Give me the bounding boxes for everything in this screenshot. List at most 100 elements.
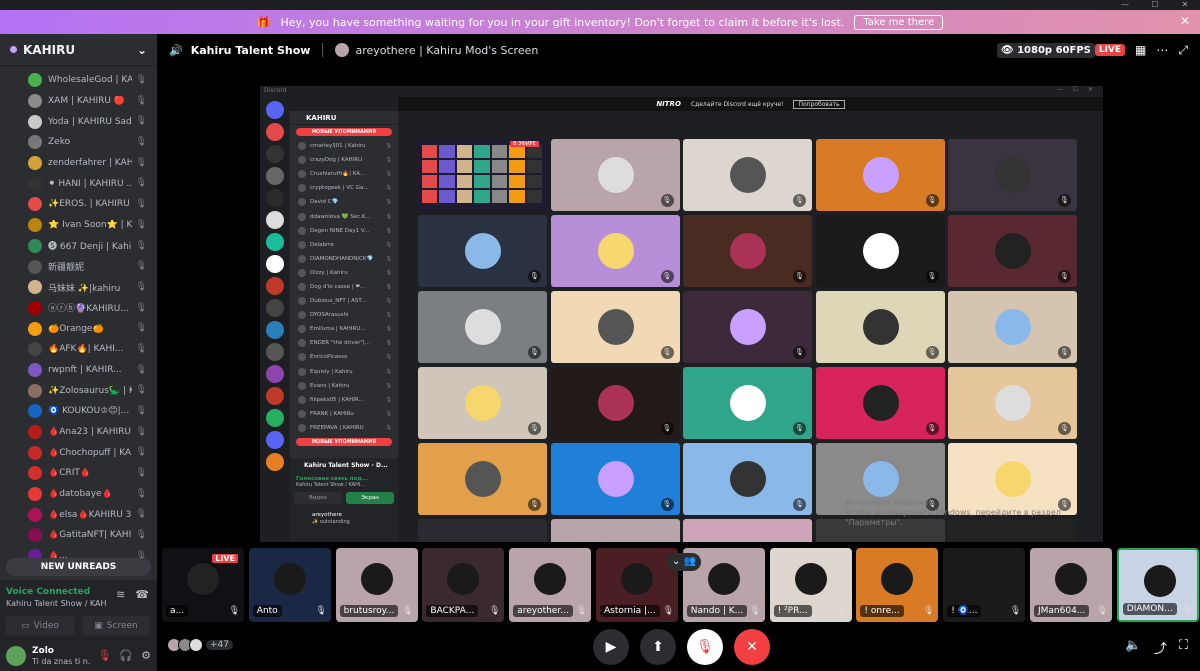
stream-stage[interactable]: Discord — ☐ ✕ NITRO Сделайте Discord ещё… bbox=[157, 66, 1200, 544]
avatar bbox=[298, 409, 306, 418]
member-item[interactable]: 🩸elsa🩸KAHIRU 3 ...🎙 bbox=[0, 504, 157, 525]
take-me-there-button[interactable]: Take me there bbox=[854, 14, 944, 30]
member-item[interactable]: ⚫ HANI | KAHIRU ... 🎙 bbox=[0, 173, 157, 194]
volume-icon[interactable]: 🔈 bbox=[1125, 638, 1141, 653]
preview-cell bbox=[439, 160, 455, 173]
screen-button[interactable]: ▣ Screen bbox=[82, 616, 150, 636]
more-options-icon[interactable]: ⋯ bbox=[1156, 43, 1168, 57]
muted-mic-icon: 🎙 bbox=[660, 194, 674, 207]
mic-icon: 🎙 bbox=[385, 326, 392, 333]
participant-tile[interactable]: ! ²PR... 🎙 bbox=[769, 548, 852, 622]
participant-tile[interactable]: brutusroy... 🎙 bbox=[335, 548, 418, 622]
muted-mic-icon: 🎙 bbox=[1058, 346, 1071, 359]
minimize-icon[interactable]: — bbox=[1110, 0, 1140, 10]
participant-strip: DIAMON... 🎙 JMan604... 🎙! 🧿... 🎙! onre... 🎙! … bbox=[157, 544, 1200, 626]
participants-toggle[interactable]: ⌄ 👥 bbox=[667, 553, 701, 571]
avatar bbox=[298, 367, 306, 376]
avatar bbox=[534, 563, 567, 595]
chevron-down-icon[interactable]: ⌄ bbox=[137, 43, 147, 57]
inner-app-name: Discord bbox=[264, 87, 287, 94]
avatar bbox=[298, 184, 306, 193]
inner-server-icon bbox=[266, 255, 284, 273]
headphones-icon[interactable]: 🎧 bbox=[119, 649, 133, 662]
inner-server-icon bbox=[266, 343, 284, 361]
fullscreen-icon[interactable]: ⛶ bbox=[1179, 638, 1188, 653]
preview-cell bbox=[474, 145, 490, 158]
gear-icon[interactable]: ⚙ bbox=[141, 649, 151, 662]
member-item[interactable]: 🧿 KOUKOU♔😊|... 🎙 bbox=[0, 401, 157, 422]
participant-tile[interactable]: DIAMON... 🎙 bbox=[1116, 548, 1199, 622]
participant-tile[interactable]: ! onre... 🎙 bbox=[856, 548, 939, 622]
mute-icon[interactable]: 🎙 bbox=[97, 649, 111, 662]
noise-suppression-icon[interactable]: ≋ bbox=[116, 588, 125, 601]
video-button[interactable]: ▭ Video bbox=[6, 616, 74, 636]
member-name: ✨Zolosaurus🦕 | K... bbox=[48, 385, 132, 396]
avatar bbox=[995, 309, 1031, 345]
member-item[interactable]: 新疆靓妮 🎙 bbox=[0, 256, 157, 277]
participant-count: +47 bbox=[206, 640, 233, 650]
participant-avatars[interactable]: +47 bbox=[167, 638, 233, 652]
member-item[interactable]: ⭐ Ivan Soon⭐ | K... 🎙 bbox=[0, 215, 157, 236]
disconnect-icon[interactable]: ☎ bbox=[135, 588, 149, 601]
inner-user-status: ✨ outstanding bbox=[312, 519, 350, 525]
pop-out-icon[interactable]: ⤢ bbox=[1178, 43, 1188, 58]
stream-preview bbox=[422, 145, 542, 203]
member-item[interactable]: 🍊Orange🍊 🎙 bbox=[0, 318, 157, 339]
participant-tile[interactable]: Anto 🎙 bbox=[248, 548, 331, 622]
participant-tile[interactable]: ! 🧿... 🎙 bbox=[943, 548, 1026, 622]
share-screen-button[interactable]: ⬆ bbox=[640, 629, 676, 665]
banner-close-icon[interactable]: ✕ bbox=[1180, 14, 1190, 28]
avatar bbox=[707, 563, 740, 595]
close-window-icon[interactable]: ✕ bbox=[1170, 0, 1200, 10]
preview-cell bbox=[509, 160, 525, 173]
member-name: rwpnft | KAHIR... bbox=[48, 364, 122, 375]
mic-icon: 🎙 bbox=[385, 269, 392, 276]
member-item[interactable]: 🩸Chochopuff | KA... 🎙 bbox=[0, 442, 157, 463]
grid-layout-icon[interactable]: ▦ bbox=[1135, 43, 1146, 57]
member-item[interactable]: ⓐⓡⓑ🔮KAHIRU... 🎙 bbox=[0, 298, 157, 319]
muted-mic-icon: 🎙 bbox=[1058, 422, 1071, 435]
user-status: Ti da znas ti n... bbox=[32, 656, 90, 666]
member-item[interactable]: zenderfahrer | KAHI...🎙 bbox=[0, 153, 157, 174]
member-name: 🩸Ana23 | KAHIRU ... bbox=[48, 427, 132, 438]
member-name: 🩸Chochopuff | KA... bbox=[48, 447, 132, 458]
participant-tile[interactable]: Astornia |... 🎙 bbox=[596, 548, 678, 622]
window-titlebar: — ☐ ✕ bbox=[0, 0, 1200, 10]
member-item[interactable]: ✨EROS. | KAHIRU ... 🎙 bbox=[0, 194, 157, 215]
member-item[interactable]: 🔥AFK🔥| KAHI... 🎙 bbox=[0, 339, 157, 360]
maximize-icon[interactable]: ☐ bbox=[1140, 0, 1170, 10]
member-item[interactable]: WholesaleGod | KA...🎙 bbox=[0, 70, 157, 91]
member-item[interactable]: 🅢 667 Denji | Kahir...🎙 bbox=[0, 236, 157, 257]
member-name: ⭐ Ivan Soon⭐ | K... bbox=[48, 220, 132, 231]
camera-button[interactable]: ▶ bbox=[593, 629, 629, 665]
microphone-button[interactable]: 🎙 bbox=[687, 629, 723, 665]
inner-member-name: DIAMONDHANDNICK💎 bbox=[310, 255, 374, 262]
member-item[interactable]: ✨Zolosaurus🦕 | K...🎙 bbox=[0, 380, 157, 401]
avatar[interactable] bbox=[6, 645, 26, 666]
member-item[interactable]: 🩸Ana23 | KAHIRU ...🎙 bbox=[0, 422, 157, 443]
member-item[interactable]: 🩸datobaye🩸 🎙 bbox=[0, 484, 157, 505]
voice-status[interactable]: Voice Connected bbox=[6, 587, 90, 597]
member-item[interactable]: 🩸GatitaNFT| KAHI... 🎙 bbox=[0, 525, 157, 546]
participant-tile[interactable]: JMan604... 🎙 bbox=[1030, 548, 1112, 622]
new-unreads-button[interactable]: NEW UNREADS bbox=[6, 558, 151, 576]
server-header[interactable]: KAHIRU ⌄ bbox=[0, 34, 157, 66]
leave-stream-button[interactable]: ✕ bbox=[734, 629, 770, 665]
popout-icon[interactable]: ⤴ bbox=[1154, 638, 1167, 657]
member-item[interactable]: 马妹妹 ✨|kahiru 🎙 bbox=[0, 277, 157, 298]
avatar bbox=[28, 114, 42, 129]
member-item[interactable]: Zeko 🎙 bbox=[0, 132, 157, 153]
voice-channel[interactable]: Kahiru Talent Show / KAH... bbox=[6, 599, 106, 608]
participant-tile[interactable]: areyother... 🎙 bbox=[509, 548, 592, 622]
avatar bbox=[298, 311, 306, 320]
avatar bbox=[298, 240, 306, 249]
participant-tile[interactable]: a... 🎙 LIVE bbox=[162, 548, 244, 622]
member-item[interactable]: 🩸CRIT🩸 🎙 bbox=[0, 463, 157, 484]
muted-mic-icon: 🎙 bbox=[528, 498, 541, 511]
member-name: 🅢 667 Denji | Kahir... bbox=[48, 242, 132, 253]
member-item[interactable]: XAM | KAHIRU 🔴 🎙 bbox=[0, 91, 157, 112]
member-item[interactable]: rwpnft | KAHIR... 🎙 bbox=[0, 360, 157, 381]
member-item[interactable]: Yoda | KAHIRU Sad... 🎙 bbox=[0, 111, 157, 132]
participant-tile[interactable]: BACKPA... 🎙 bbox=[422, 548, 505, 622]
muted-mic-icon: 🎙 bbox=[135, 509, 147, 520]
